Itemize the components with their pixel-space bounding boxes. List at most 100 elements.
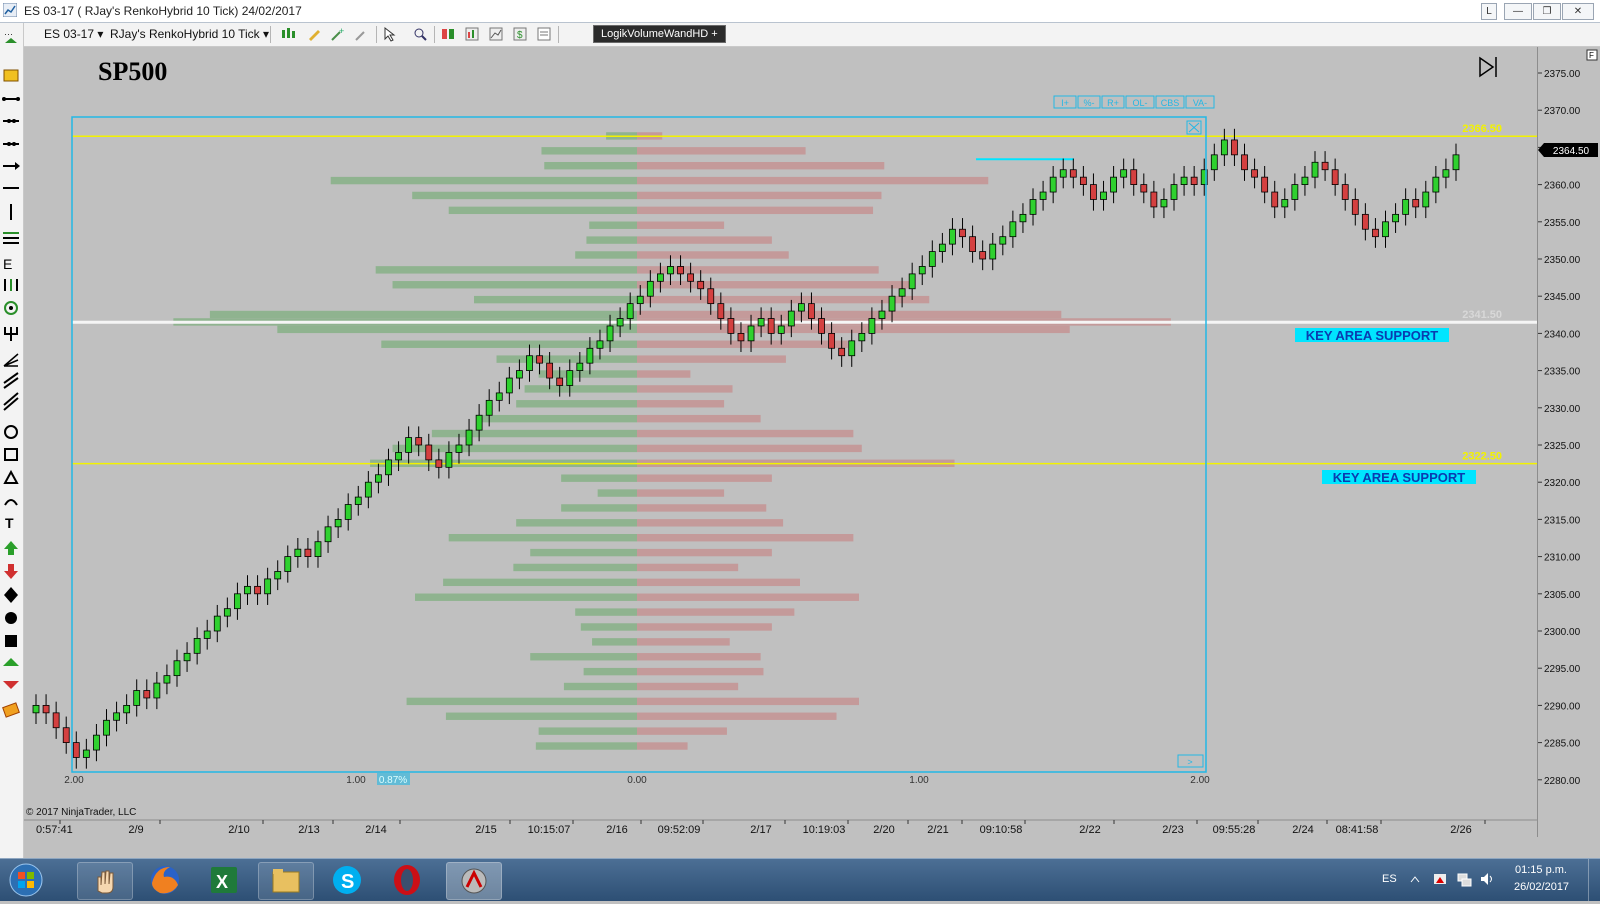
extended-line-icon[interactable] [3,142,19,146]
gann-fan-icon[interactable] [3,353,19,367]
taskbar-ninjatrader-app[interactable] [446,862,502,900]
toolbar-separator [270,26,271,43]
network-icon[interactable] [1456,871,1472,887]
fibonacci-circle-icon[interactable] [4,301,18,315]
profile-buy-bar [589,221,637,229]
instrument-selector[interactable]: ES 03-17 ▾ [44,27,103,41]
candle-body [787,310,795,327]
profile-scale-label: 1.00 [346,775,366,786]
data-box-icon[interactable] [488,26,504,42]
profile-sell-bar [637,742,688,750]
cursor-icon[interactable] [382,26,398,42]
candle-body [203,630,211,639]
level-price-label: 2366.50 [1462,123,1502,135]
candle-body [173,660,181,677]
profile-buy-bar [538,727,637,735]
fibonacci-retracement-icon[interactable] [3,232,19,244]
firefox-icon[interactable] [148,863,182,897]
clock-time[interactable]: 01:15 p.m. [1515,864,1567,876]
taskbar-hand-app[interactable] [77,862,133,900]
profile-buy-bar [516,519,637,527]
profile-buy-bar [544,162,637,170]
profile-sell-bar [637,206,874,215]
candle-body [284,556,292,572]
profile-sell-bar [637,697,859,706]
fibonacci-time-icon[interactable] [4,279,18,291]
profile-buy-bar [530,653,637,661]
profile-sell-bar [637,623,772,631]
candle-body [475,414,483,431]
candle-body [1261,176,1269,193]
language-indicator[interactable]: ES [1382,873,1397,885]
fibonacci-extension-icon[interactable]: E [3,256,12,272]
profile-button-label: %- [1084,98,1095,108]
profile-sell-bar [637,176,989,185]
show-hidden-icons[interactable] [1410,875,1420,883]
diamond-icon[interactable] [4,587,18,603]
remove-all-drawings-icon[interactable] [2,702,20,718]
triangle-down-icon[interactable] [3,681,19,689]
start-button[interactable] [6,862,46,898]
skype-icon[interactable]: S [330,863,364,897]
candle-body [1251,169,1258,178]
more-tools-icon[interactable]: ⋯ [4,29,17,43]
arrow-line-icon[interactable] [3,162,20,170]
zoom-icon[interactable] [412,26,428,42]
candle-body [959,228,966,238]
candle-body [717,303,725,319]
candle-body [707,288,715,305]
excel-icon[interactable]: X [208,864,240,896]
pencil-icon[interactable] [306,26,322,42]
arrow-up-icon[interactable] [4,541,18,555]
arc-icon[interactable] [4,499,18,506]
minimize-button[interactable]: — [1504,3,1532,20]
candle-body [697,280,705,290]
candle-body [143,690,151,699]
ellipse-icon[interactable] [4,425,18,439]
square-icon[interactable] [5,635,17,647]
show-desktop-button[interactable] [1588,859,1600,901]
clock-date[interactable]: 26/02/2017 [1514,881,1569,893]
candle-body [123,705,131,714]
text-icon[interactable]: T [5,515,14,531]
profile-buy-bar [563,682,637,691]
price-tick-label: 2370.00 [1544,106,1581,117]
add-indicator-icon[interactable]: + [330,26,346,42]
candle-body [435,459,443,468]
profile-buy-bar [415,593,637,601]
opera-icon[interactable] [390,863,424,897]
candle-body [314,541,322,558]
properties-icon[interactable] [536,26,552,42]
andrews-pitchfork-icon[interactable] [4,327,18,341]
logik-volume-wand-button[interactable]: LogikVolumeWandHD + [593,25,726,43]
axis-menu-icon[interactable]: F [1586,49,1598,61]
candle-body [1281,199,1289,208]
triangle-icon[interactable] [3,469,19,484]
ruler-icon[interactable] [3,69,19,82]
bar-type-selector[interactable]: RJay's RenkoHybrid 10 Tick ▾ [110,27,269,41]
candle-body [677,266,684,275]
dollar-icon[interactable]: $ [512,26,528,42]
strategy-icon[interactable] [464,26,480,42]
chart-trader-icon[interactable] [440,26,456,42]
price-axis[interactable]: F 2375.002370.002365.002360.002355.00235… [1537,47,1600,837]
ray-icon[interactable] [3,119,19,123]
remove-drawing-icon[interactable] [354,26,370,42]
link-button[interactable]: L [1481,3,1497,20]
regression-channel-icon[interactable] [3,372,19,389]
bar-style-icon[interactable] [280,26,296,42]
restore-button[interactable]: ❐ [1533,3,1561,20]
triangle-up-icon[interactable] [3,658,19,666]
arrow-down-icon[interactable] [4,564,18,579]
volume-icon[interactable] [1479,871,1495,887]
taskbar-explorer-app[interactable] [258,862,314,900]
candle-body [274,571,282,580]
line-icon[interactable] [2,97,20,101]
price-chart[interactable]: 2366.502341.502322.50 I+ %- R+ OL- CBS VA- > … [24,47,1537,837]
profile-sell-bar [637,414,761,423]
dot-icon[interactable] [5,612,17,624]
trend-channel-icon[interactable] [3,392,19,411]
action-center-icon[interactable] [1432,871,1448,887]
rectangle-icon[interactable] [4,448,18,461]
close-button[interactable]: ✕ [1562,3,1594,20]
